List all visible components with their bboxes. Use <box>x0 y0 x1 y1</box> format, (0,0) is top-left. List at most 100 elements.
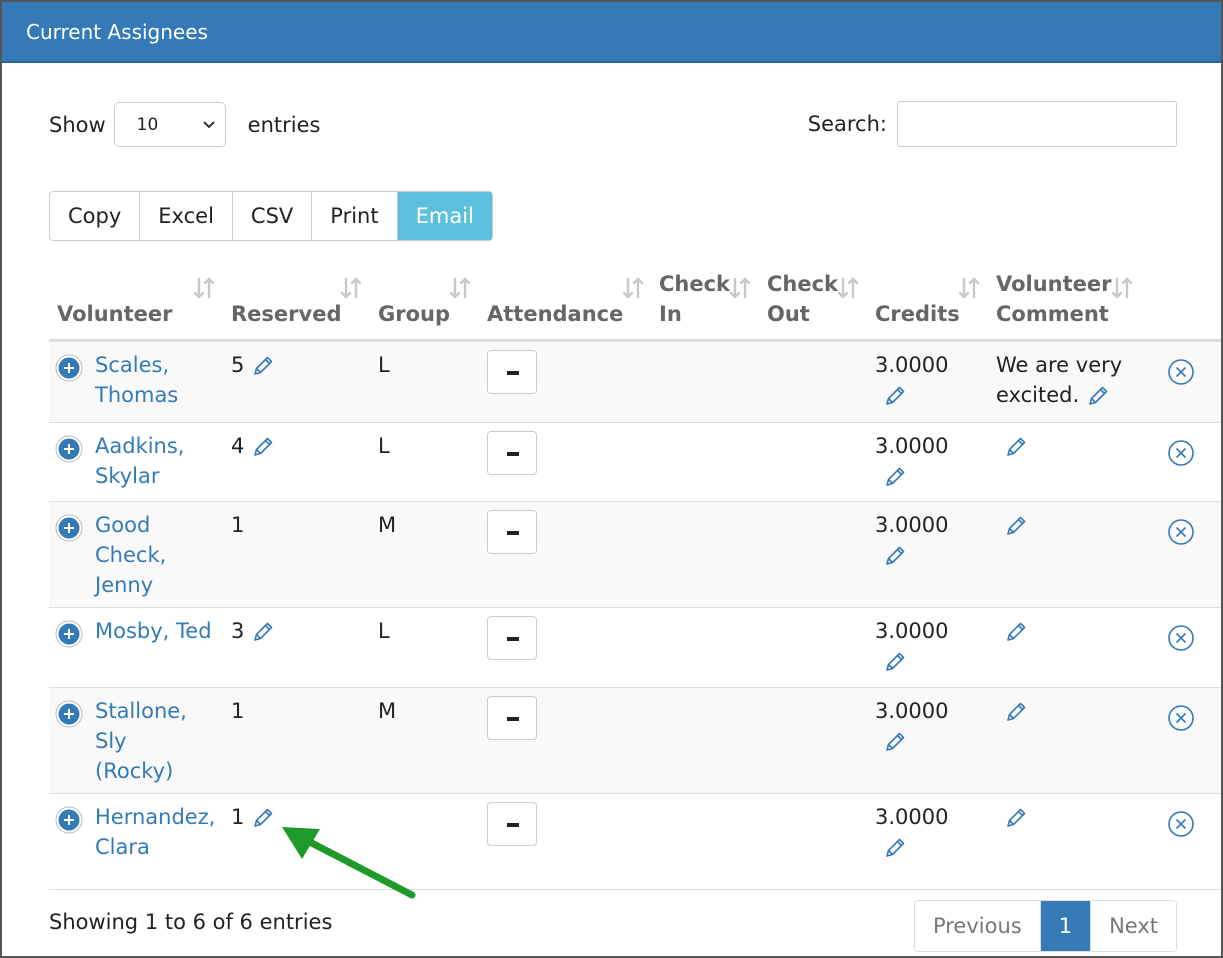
table-row: Stallone, Sly (Rocky) 1 M 3.0000 <box>49 688 1221 794</box>
edit-comment-pencil-icon[interactable] <box>1004 700 1028 724</box>
table-header: Volunteer Reserved Group Attendance Check In… <box>49 264 1221 342</box>
table-body: Scales, Thomas 5 L 3.0000 We are very excit… <box>49 342 1221 890</box>
reserved-value: 1 <box>231 513 245 537</box>
reserved-value: 1 <box>231 699 245 723</box>
remove-assignee-icon[interactable] <box>1167 624 1195 652</box>
length-control: Show 10 entries <box>49 102 320 147</box>
volunteer-name-link[interactable]: Mosby, Ted <box>95 616 212 646</box>
comment-cell <box>996 696 1028 726</box>
credits-cell: 3.0000 <box>875 510 948 570</box>
reserved-cell: 3 <box>231 616 275 646</box>
print-button[interactable]: Print <box>312 192 398 240</box>
sort-icon <box>340 277 362 299</box>
edit-credits-pencil-icon[interactable] <box>883 544 907 568</box>
attendance-button[interactable] <box>487 350 537 394</box>
edit-reserved-pencil-icon[interactable] <box>251 435 275 459</box>
credits-cell: 3.0000 <box>875 350 948 410</box>
credits-cell: 3.0000 <box>875 616 948 676</box>
reserved-value: 5 <box>231 353 245 377</box>
attendance-button[interactable] <box>487 802 537 846</box>
volunteer-name-link[interactable]: Scales, Thomas <box>95 350 178 410</box>
remove-assignee-icon[interactable] <box>1167 439 1195 467</box>
column-header-check-in[interactable]: Check In <box>659 269 730 329</box>
volunteer-name-link[interactable]: Hernandez, Clara <box>95 802 215 862</box>
edit-comment-pencil-icon[interactable] <box>1004 806 1028 830</box>
credits-value: 3.0000 <box>875 513 949 537</box>
expand-row-icon[interactable] <box>55 806 83 834</box>
group-value: M <box>378 699 397 723</box>
attendance-button[interactable] <box>487 616 537 660</box>
entries-per-page-value: 10 <box>136 115 159 135</box>
column-header-volunteer[interactable]: Volunteer <box>57 299 173 329</box>
edit-credits-pencil-icon[interactable] <box>883 465 907 489</box>
previous-page-button[interactable]: Previous <box>914 901 1041 951</box>
remove-assignee-icon[interactable] <box>1167 358 1195 386</box>
edit-comment-pencil-icon[interactable] <box>1086 384 1110 408</box>
credits-edit <box>875 832 948 862</box>
edit-comment-pencil-icon[interactable] <box>1004 620 1028 644</box>
expand-row-icon[interactable] <box>55 700 83 728</box>
copy-button[interactable]: Copy <box>50 192 141 240</box>
column-header-attendance[interactable]: Attendance <box>487 299 623 329</box>
column-header-group[interactable]: Group <box>378 299 450 329</box>
credits-cell: 3.0000 <box>875 431 948 491</box>
entries-label: entries <box>247 112 321 137</box>
expand-row-icon[interactable] <box>55 354 83 382</box>
remove-assignee-icon[interactable] <box>1167 704 1195 732</box>
reserved-cell: 1 <box>231 802 275 832</box>
credits-value: 3.0000 <box>875 619 949 643</box>
reserved-cell: 4 <box>231 431 275 461</box>
table-row: Mosby, Ted 3 L 3.0000 <box>49 608 1221 688</box>
comment-cell <box>996 510 1028 540</box>
expand-row-icon[interactable] <box>55 435 83 463</box>
attendance-button[interactable] <box>487 696 537 740</box>
group-value: L <box>378 619 390 643</box>
credits-value: 3.0000 <box>875 805 949 829</box>
next-page-button[interactable]: Next <box>1091 901 1176 951</box>
remove-assignee-icon[interactable] <box>1167 810 1195 838</box>
edit-reserved-pencil-icon[interactable] <box>251 354 275 378</box>
comment-cell <box>996 802 1028 832</box>
volunteer-name-link[interactable]: Good Check, Jenny <box>95 510 166 600</box>
panel-title: Current Assignees <box>2 2 1221 63</box>
expand-row-icon[interactable] <box>55 620 83 648</box>
edit-credits-pencil-icon[interactable] <box>883 650 907 674</box>
sort-icon <box>729 277 751 299</box>
expand-row-icon[interactable] <box>55 514 83 542</box>
column-header-volunteer-comment[interactable]: Volunteer Comment <box>996 269 1112 329</box>
email-button[interactable]: Email <box>397 192 492 240</box>
column-header-credits[interactable]: Credits <box>875 299 960 329</box>
attendance-button[interactable] <box>487 510 537 554</box>
search-control: Search: <box>808 101 1177 147</box>
attendance-button[interactable] <box>487 431 537 475</box>
entries-per-page-select[interactable]: 10 <box>113 102 226 147</box>
current-page-button[interactable]: 1 <box>1040 901 1092 951</box>
remove-assignee-icon[interactable] <box>1167 518 1195 546</box>
comment-cell <box>996 431 1028 461</box>
edit-credits-pencil-icon[interactable] <box>883 836 907 860</box>
credits-edit <box>875 380 948 410</box>
edit-credits-pencil-icon[interactable] <box>883 730 907 754</box>
excel-button[interactable]: Excel <box>140 192 233 240</box>
edit-comment-pencil-icon[interactable] <box>1004 435 1028 459</box>
column-header-check-out[interactable]: Check Out <box>767 269 838 329</box>
table-row: Aadkins, Skylar 4 L 3.0000 <box>49 423 1221 502</box>
search-label: Search: <box>807 112 887 136</box>
credits-edit <box>875 461 948 491</box>
search-input[interactable] <box>897 101 1177 147</box>
reserved-cell: 1 <box>231 510 244 540</box>
credits-value: 3.0000 <box>875 353 949 377</box>
edit-comment-pencil-icon[interactable] <box>1004 514 1028 538</box>
pagination: Previous 1 Next <box>913 900 1177 952</box>
credits-edit <box>875 726 948 756</box>
edit-reserved-pencil-icon[interactable] <box>251 620 275 644</box>
column-header-reserved[interactable]: Reserved <box>231 299 341 329</box>
sort-icon <box>193 277 215 299</box>
volunteer-name-link[interactable]: Stallone, Sly (Rocky) <box>95 696 187 786</box>
csv-button[interactable]: CSV <box>232 192 313 240</box>
reserved-value: 3 <box>231 619 245 643</box>
edit-credits-pencil-icon[interactable] <box>883 384 907 408</box>
credits-value: 3.0000 <box>875 434 949 458</box>
volunteer-name-link[interactable]: Aadkins, Skylar <box>95 431 185 491</box>
credits-edit <box>875 540 948 570</box>
